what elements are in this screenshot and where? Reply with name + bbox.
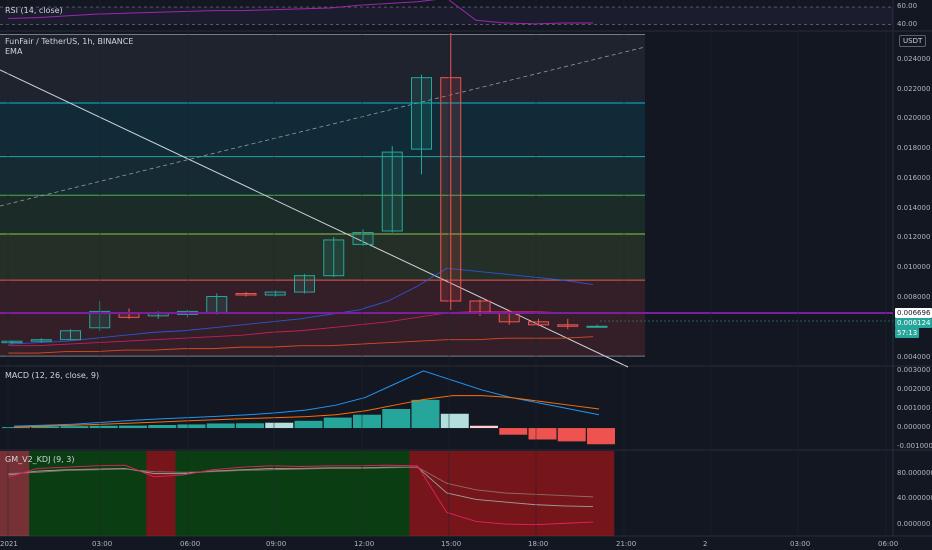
macd-histogram-bar [119,425,147,429]
time-axis-label: 03:00 [92,540,113,548]
time-axis-label: 03:00 [790,540,811,548]
macd-histogram-bar [557,428,586,442]
time-axis-label: 15:00 [441,540,462,548]
candle-body [294,275,315,293]
candle-body [498,312,520,323]
price-axis-label: 0.016000 [897,173,931,182]
time-axis-label: 06:00 [878,540,899,548]
macd-histogram-bar [236,423,264,429]
price-axis-label: 0.022000 [897,84,931,93]
candle-body [586,325,608,328]
macd-histogram-bar [323,417,352,429]
price-axis-label: 0.024000 [897,54,931,63]
price-axis-label: 0.018000 [897,144,931,153]
rsi-pane-title: RSI (14, close) [5,6,63,15]
last-price-tag: 0.006124 [895,318,932,328]
price-axis-label: 0.004000 [897,352,931,361]
fib-zone [0,156,645,196]
macd-histogram-bar [265,422,294,429]
macd-line [13,370,600,427]
kdj-zone [146,451,176,536]
rsi-band [0,7,893,25]
candle-body [30,339,52,342]
macd-histogram-bar [411,399,440,429]
macd-axis-label: 0.000000 [897,423,931,432]
candle-body [60,330,81,341]
macd-histogram-bar [528,428,557,440]
kdj-pane-title: GM_V2_KDJ (9, 3) [5,455,75,464]
time-axis-label: 18:00 [528,540,549,548]
candle-body [235,293,257,296]
price-axis-label: 0.008000 [897,293,931,301]
macd-histogram-bar [177,424,206,429]
macd-histogram-bar [60,426,89,429]
macd-histogram-bar [206,423,235,429]
kdj-zone [175,451,410,536]
price-axis-label: 0.014000 [897,203,931,212]
macd-histogram-bar [382,409,411,429]
candle-body [1,340,23,344]
kdj-axis-label: 80.000000 [897,468,932,477]
countdown-tag: 57:13 [895,328,920,338]
symbol-title: FunFair / TetherUS, 1h, BINANCE [5,37,134,46]
price-axis-label: 0.020000 [897,114,931,123]
macd-axis-label: 0.003000 [897,365,931,374]
candle-body [323,239,345,277]
candle-body [381,151,403,232]
time-axis-label: 2021 [0,540,18,548]
ema-indicator-label[interactable]: EMA [5,47,22,56]
macd-histogram-bar [89,425,118,429]
macd-histogram-bar [470,425,498,429]
time-axis-label: 09:00 [266,540,287,548]
fib-zone [0,233,645,281]
candle-body [557,324,579,327]
price-tag-purple: 0.006696 [895,308,932,318]
macd-histogram-bar [440,413,469,429]
macd-histogram-bar [353,414,381,429]
time-axis-label: 06:00 [180,540,201,548]
fib-zone [0,102,645,157]
macd-axis-label: -0.001000 [897,442,932,451]
macd-pane-title: MACD (12, 26, close, 9) [5,371,100,380]
macd-axis-label: 0.002000 [897,384,931,393]
candle-body [440,77,462,302]
time-axis-label: 12:00 [354,540,375,548]
candle-body [469,300,491,314]
trading-chart[interactable] [0,0,932,550]
rsi-axis-label: 40.00 [897,19,918,28]
macd-axis-label: 0.001000 [897,404,931,412]
fib-zone [0,195,645,234]
time-axis-label: 21:00 [616,540,637,548]
rsi-axis-label: 60.00 [897,2,918,11]
kdj-axis-label: 0.000000 [897,520,931,529]
time-axis-label: 2 [703,540,708,548]
candle-body [411,77,432,150]
candle-body [206,296,228,314]
currency-button[interactable]: USDT [899,35,927,47]
macd-histogram-bar [587,428,615,445]
candle-body [264,291,286,296]
macd-histogram-bar [499,428,528,435]
price-axis-label: 0.012000 [897,233,931,242]
macd-histogram-bar [294,420,323,429]
macd-histogram-bar [148,425,177,429]
price-axis-label: 0.010000 [897,263,931,272]
candle-body [352,231,374,245]
kdj-axis-label: 40.000000 [897,494,932,503]
candle-body [528,321,549,326]
